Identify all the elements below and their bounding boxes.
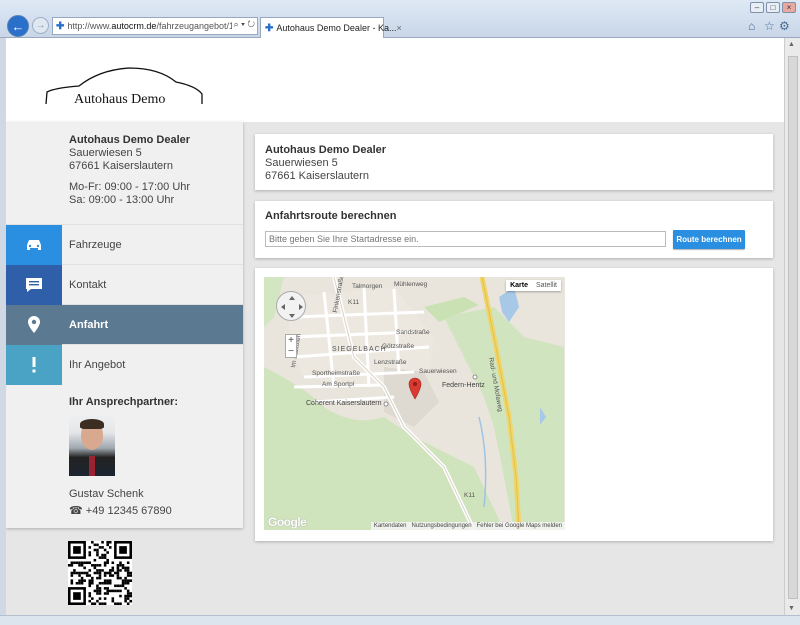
back-button[interactable]: ←	[7, 15, 29, 37]
phone-number: +49 12345 67890	[85, 505, 172, 517]
route-card: Anfahrtsroute berechnen Route berechnen	[255, 201, 773, 258]
menu-item-fahrzeuge[interactable]: Fahrzeuge	[6, 224, 243, 265]
pan-control-icon[interactable]	[276, 291, 306, 321]
address-bar[interactable]: ✚ http://www. autocrm.de/fahrzeugangebot/…	[52, 17, 258, 35]
map-report-link[interactable]: Fehler bei Google Maps melden	[477, 523, 562, 529]
hours-weekday: Mo-Fr: 09:00 - 17:00 Uhr	[69, 181, 191, 193]
exclamation-icon	[6, 344, 62, 385]
scroll-thumb[interactable]	[788, 56, 798, 599]
address-controls-icon[interactable]: ⌕ ▾ ↻	[231, 19, 255, 30]
map-data-link[interactable]: Kartendaten	[374, 523, 407, 529]
phone-icon: ☎	[69, 505, 83, 517]
contact-phone[interactable]: ☎ +49 12345 67890	[69, 504, 172, 517]
menu-label: Anfahrt	[69, 318, 109, 331]
start-address-input[interactable]	[265, 231, 666, 247]
dealer-street: Sauerwiesen 5	[69, 147, 142, 159]
map-label: Götzstraße	[382, 343, 415, 350]
map-label: Am Sportpl	[322, 381, 355, 388]
browser-tab[interactable]: ✚ Autohaus Demo Dealer - Ka... ×	[260, 17, 402, 38]
card-dealer-street: Sauerwiesen 5	[265, 157, 338, 169]
map-footer: Google Kartendaten Nutzungsbedingungen F…	[264, 515, 565, 530]
qr-code	[68, 541, 132, 605]
url-prefix: http://www.	[67, 21, 112, 31]
home-icon[interactable]: ⌂	[748, 19, 755, 33]
hours-saturday: Sa: 09:00 - 13:00 Uhr	[69, 194, 175, 206]
map-type-karte[interactable]: Karte	[506, 280, 532, 291]
site-header: Autohaus Demo	[6, 38, 784, 122]
google-logo[interactable]: Google	[268, 515, 307, 529]
favorites-star-icon[interactable]: ☆	[764, 19, 775, 33]
google-map[interactable]: SIEGELBACH Sportheimstraße Am Sportpl Le…	[264, 277, 565, 530]
card-dealer-city: 67661 Kaiserslautern	[265, 170, 369, 182]
close-window-button[interactable]: ×	[782, 2, 796, 13]
map-label: SIEGELBACH	[332, 346, 387, 353]
zoom-out-button[interactable]: −	[286, 346, 296, 357]
map-label: Mühlenweg	[394, 281, 428, 288]
zoom-in-button[interactable]: +	[286, 335, 296, 346]
chat-icon	[6, 264, 62, 305]
contact-photo	[69, 414, 115, 476]
logo-text[interactable]: Autohaus Demo	[74, 92, 165, 108]
forward-button[interactable]: →	[32, 17, 49, 34]
map-label: Lenzstraße	[374, 359, 407, 366]
map-type-satellit[interactable]: Satellit	[532, 280, 561, 291]
menu-item-kontakt[interactable]: Kontakt	[6, 264, 243, 305]
map-type-switch: Karte Satellit	[506, 280, 561, 291]
card-dealer-name: Autohaus Demo Dealer	[265, 144, 387, 156]
window-controls: – □ ×	[750, 2, 796, 13]
tab-title: Autohaus Demo Dealer - Ka...	[276, 23, 397, 33]
location-pin-icon	[6, 304, 62, 345]
map-card: SIEGELBACH Sportheimstraße Am Sportpl Le…	[255, 268, 773, 541]
map-label: Federn-Hentz	[442, 382, 485, 389]
url-domain: autocrm.de	[111, 21, 157, 31]
contact-name: Gustav Schenk	[69, 488, 144, 500]
tab-close-icon[interactable]: ×	[396, 23, 401, 33]
scroll-up-icon[interactable]: ▲	[788, 41, 795, 48]
map-label: K11	[348, 299, 360, 306]
dealer-name: Autohaus Demo Dealer	[69, 134, 191, 146]
tab-favicon-icon: ✚	[265, 22, 274, 34]
map-label: Talmorgen	[352, 283, 383, 290]
minimize-button[interactable]: –	[750, 2, 764, 13]
maximize-button[interactable]: □	[766, 2, 780, 13]
route-button[interactable]: Route berechnen	[673, 230, 745, 249]
dealer-address: Autohaus Demo Dealer Sauerwiesen 5 67661…	[69, 134, 190, 207]
map-label: K11	[464, 492, 476, 499]
route-title: Anfahrtsroute berechnen	[265, 210, 397, 222]
dealer-card: Autohaus Demo Dealer Sauerwiesen 5 67661…	[255, 134, 773, 190]
scroll-down-icon[interactable]: ▼	[788, 605, 795, 612]
map-label: Sportheimstraße	[312, 370, 361, 377]
menu-label: Fahrzeuge	[69, 238, 122, 251]
contact-heading: Ihr Ansprechpartner:	[69, 396, 179, 408]
menu-label: Kontakt	[69, 278, 107, 291]
map-terms-link[interactable]: Nutzungsbedingungen	[412, 523, 472, 529]
map-label: Sandstraße	[396, 329, 430, 336]
sidebar-menu: Fahrzeuge Kontakt Anfahrt Ihr Angebot	[6, 224, 243, 385]
dealer-city: 67661 Kaiserslautern	[69, 160, 173, 172]
browser-toolbar: – □ × ← → ✚ http://www. autocrm.de/fahrze…	[0, 0, 800, 38]
page-content: Autohaus Demo Autohaus Demo Dealer Sauer…	[6, 38, 784, 615]
zoom-control: + −	[285, 334, 297, 358]
menu-item-ihr-angebot[interactable]: Ihr Angebot	[6, 344, 243, 385]
sidebar: Autohaus Demo Dealer Sauerwiesen 5 67661…	[6, 122, 243, 528]
url-path: /fahrzeugangebot/117	[156, 21, 244, 31]
site-favicon-icon: ✚	[56, 20, 65, 32]
settings-gear-icon[interactable]: ⚙	[779, 19, 790, 33]
car-icon	[6, 224, 62, 265]
status-bar	[0, 615, 800, 625]
menu-label: Ihr Angebot	[69, 358, 126, 371]
menu-item-anfahrt[interactable]: Anfahrt	[6, 304, 243, 345]
vertical-scrollbar[interactable]: ▲ ▼	[784, 38, 800, 615]
map-label: Sauerwiesen	[419, 368, 457, 375]
map-label: Coherent Kaiserslautern	[306, 400, 382, 407]
